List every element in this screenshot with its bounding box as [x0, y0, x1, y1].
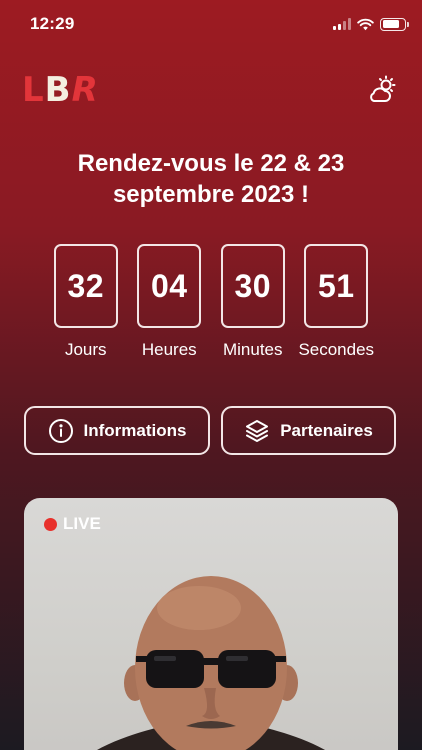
live-card[interactable]: LIVE — [24, 498, 398, 750]
wifi-icon — [357, 18, 374, 30]
countdown-seconds-label: Secondes — [298, 340, 375, 359]
partenaires-button[interactable]: Partenaires — [221, 406, 396, 455]
layers-icon — [246, 419, 269, 442]
status-bar: 12:29 — [0, 0, 422, 48]
partenaires-button-label: Partenaires — [280, 420, 373, 440]
weather-button[interactable] — [364, 72, 400, 108]
countdown-days-label: Jours — [64, 340, 107, 359]
informations-button[interactable]: Informations — [24, 406, 210, 455]
countdown-hours-label: Heures — [141, 340, 197, 359]
countdown-days: 32 Jours — [44, 244, 128, 360]
countdown-hours-value: 04 — [137, 244, 202, 328]
countdown-hours: 04 Heures — [128, 244, 212, 360]
countdown: 32 Jours 04 Heures 30 Minutes 51 Seconde… — [44, 244, 378, 360]
logo-letter-r: R — [71, 70, 98, 110]
action-buttons: Informations Partenaires — [24, 406, 396, 455]
app-logo[interactable]: L B R — [22, 70, 98, 110]
event-headline: Rendez-vous le 22 & 23 septembre 2023 ! — [77, 150, 345, 208]
live-dot-icon — [44, 517, 57, 531]
top-bar: L B R — [22, 68, 400, 112]
info-circle-icon — [48, 418, 73, 443]
countdown-seconds: 51 Secondes — [295, 244, 379, 360]
live-badge-label: LIVE — [63, 514, 101, 533]
status-icons — [333, 17, 409, 31]
countdown-days-value: 32 — [53, 244, 118, 328]
signal-icon — [333, 18, 351, 30]
informations-button-label: Informations — [83, 420, 187, 440]
countdown-minutes-label: Minutes — [222, 340, 283, 359]
countdown-minutes-value: 30 — [220, 244, 285, 328]
countdown-seconds-value: 51 — [304, 244, 369, 328]
logo-letter-b: B — [44, 70, 71, 110]
battery-icon — [380, 17, 409, 31]
cloud-sun-icon — [370, 75, 396, 102]
countdown-minutes: 30 Minutes — [211, 244, 295, 360]
artist-photo — [97, 576, 325, 750]
status-time: 12:29 — [30, 14, 75, 33]
live-badge: LIVE — [44, 514, 101, 534]
logo-letter-l: L — [22, 70, 44, 110]
